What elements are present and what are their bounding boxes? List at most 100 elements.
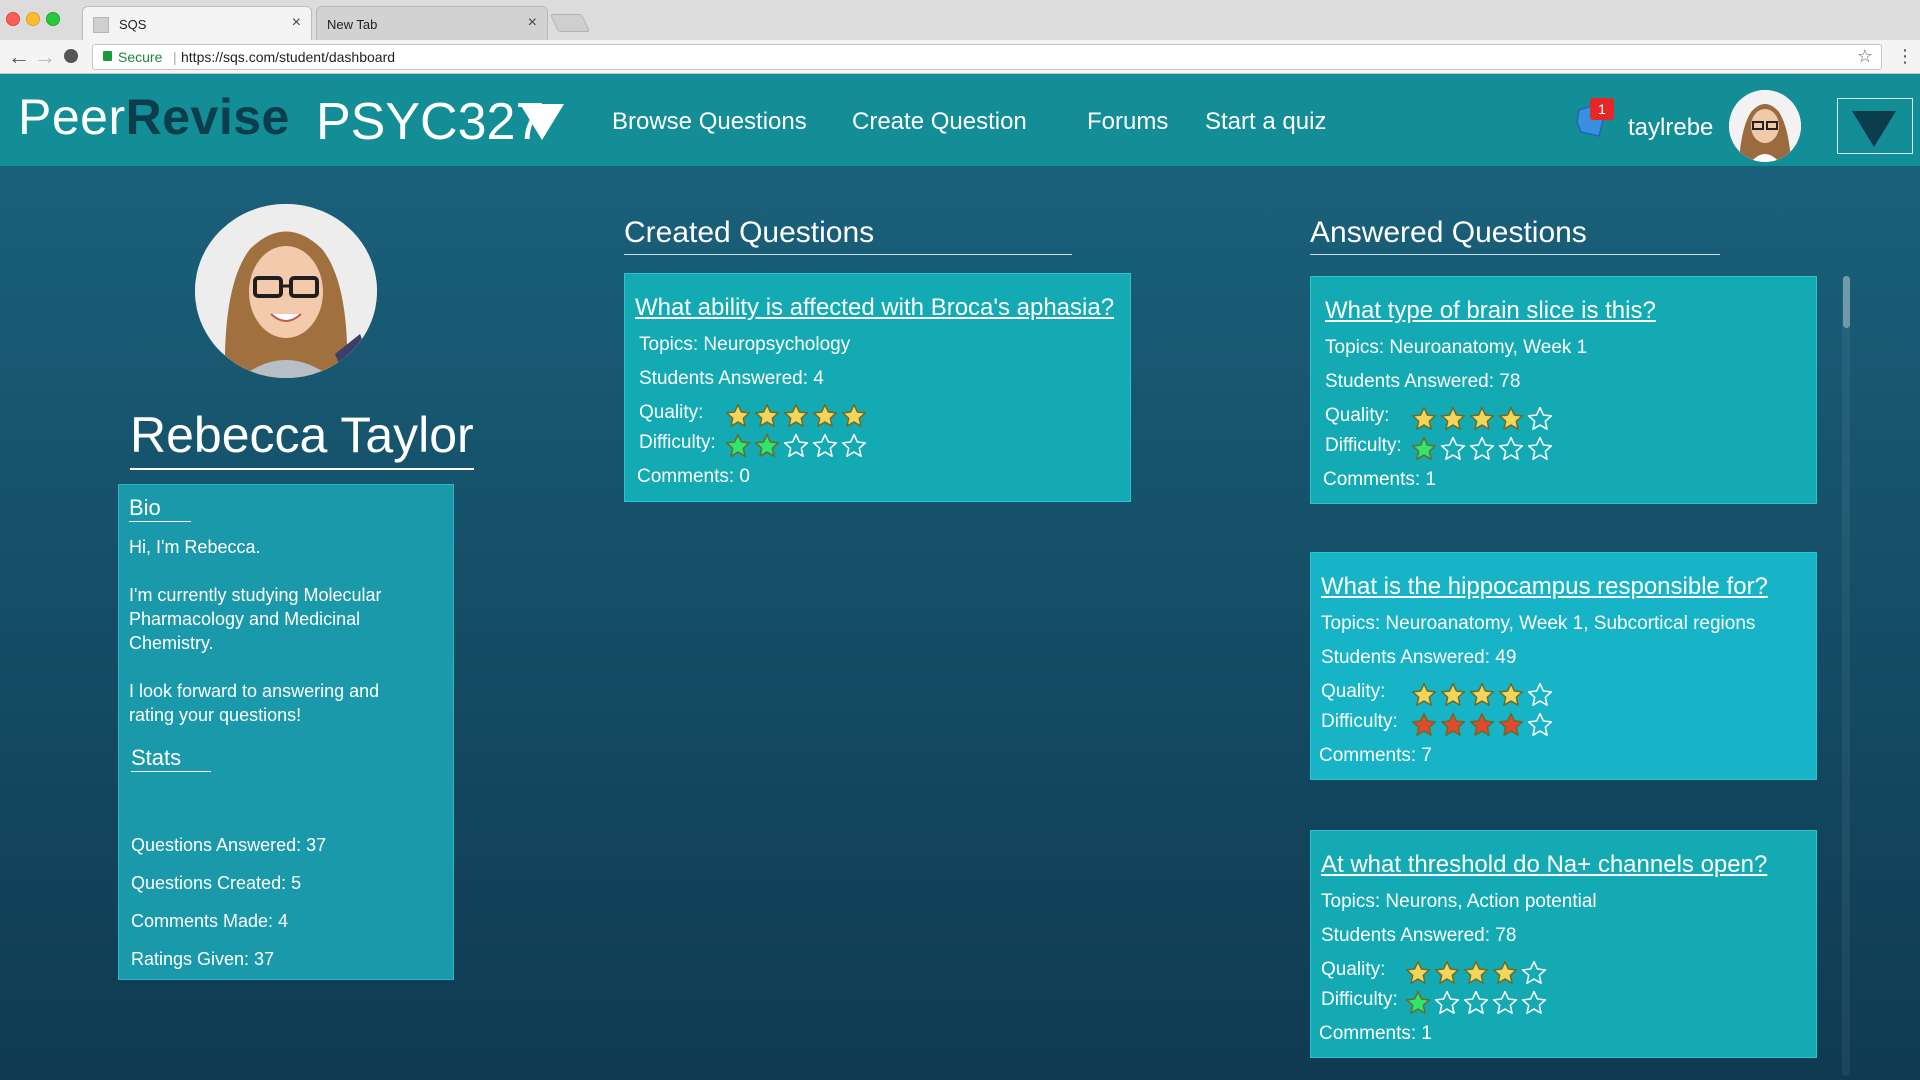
browser-tab-bar: SQS × New Tab ×	[0, 0, 1920, 40]
question-card: What type of brain slice is this? Topics…	[1310, 276, 1817, 504]
browser-tab-new-tab[interactable]: New Tab ×	[316, 6, 548, 40]
bookmark-star-icon[interactable]: ☆	[1857, 46, 1873, 67]
url-separator: |	[173, 49, 177, 65]
tab-title: SQS	[119, 17, 147, 32]
question-students-answered: Students Answered: 78	[1321, 925, 1517, 946]
question-card: At what threshold do Na+ channels open? …	[1310, 830, 1817, 1058]
empty-star-icon	[1440, 436, 1466, 460]
favicon-icon	[93, 17, 109, 33]
question-card: What is the hippocampus responsible for?…	[1310, 552, 1817, 780]
empty-star-icon	[1521, 960, 1547, 984]
course-selector[interactable]: PSYC327	[316, 92, 544, 152]
user-avatar[interactable]	[1729, 90, 1801, 162]
filled-star-icon	[725, 433, 751, 457]
quality-rating	[725, 403, 867, 429]
filled-star-icon	[812, 403, 838, 427]
scrollbar-track[interactable]	[1842, 276, 1850, 1076]
new-tab-button[interactable]	[549, 14, 591, 32]
difficulty-rating	[725, 433, 867, 459]
filled-star-icon	[754, 403, 780, 427]
username-label[interactable]: taylrebe	[1628, 114, 1713, 142]
filled-star-icon	[1434, 960, 1460, 984]
lock-icon	[103, 51, 112, 61]
question-comments: Comments: 0	[637, 466, 750, 487]
filled-star-icon	[1440, 712, 1466, 736]
question-card: What ability is affected with Broca's ap…	[624, 273, 1131, 502]
bio-paragraph: Hi, I'm Rebecca.	[129, 537, 261, 557]
question-title-link[interactable]: At what threshold do Na+ channels open?	[1321, 851, 1767, 879]
profile-name: Rebecca Taylor	[130, 406, 474, 470]
window-minimize-icon[interactable]	[26, 12, 40, 26]
empty-star-icon	[783, 433, 809, 457]
question-students-answered: Students Answered: 4	[639, 368, 824, 389]
difficulty-rating	[1405, 990, 1547, 1016]
bio-paragraph: I look forward to answering and rating y…	[129, 681, 380, 725]
difficulty-rating	[1411, 712, 1553, 738]
peerrevise-logo[interactable]: PeerRevise	[18, 88, 290, 146]
empty-star-icon	[812, 433, 838, 457]
bio-panel: Bio Hi, I'm Rebecca. I'm currently study…	[118, 484, 454, 980]
filled-star-icon	[841, 403, 867, 427]
tab-title: New Tab	[327, 17, 378, 32]
question-title-link[interactable]: What type of brain slice is this?	[1325, 297, 1656, 325]
back-arrow-icon[interactable]: ←	[8, 44, 30, 70]
filled-star-icon	[1469, 682, 1495, 706]
filled-star-icon	[1405, 990, 1431, 1014]
logo-part-1: Peer	[18, 89, 126, 145]
difficulty-rating	[1411, 436, 1553, 462]
tab-close-icon[interactable]: ×	[528, 14, 537, 32]
secure-label: Secure	[118, 49, 163, 65]
empty-star-icon	[1498, 436, 1524, 460]
quality-label: Quality:	[1321, 681, 1386, 702]
filled-star-icon	[1440, 682, 1466, 706]
answered-questions-heading: Answered Questions	[1310, 216, 1720, 255]
stat-ratings-given: Ratings Given: 37	[131, 949, 275, 969]
empty-star-icon	[1434, 990, 1460, 1014]
empty-star-icon	[1492, 990, 1518, 1014]
empty-star-icon	[1521, 990, 1547, 1014]
filled-star-icon	[1498, 406, 1524, 430]
window-close-icon[interactable]	[6, 12, 20, 26]
difficulty-label: Difficulty:	[1321, 711, 1398, 732]
bio-paragraph: I'm currently studying Molecular Pharmac…	[129, 585, 382, 653]
quality-rating	[1411, 406, 1553, 432]
main-menu-button[interactable]	[1837, 98, 1913, 154]
filled-star-icon	[1498, 682, 1524, 706]
reload-icon[interactable]	[64, 49, 78, 63]
url-text: https://sqs.com/student/dashboard	[181, 49, 396, 65]
filled-star-icon	[1411, 436, 1437, 460]
created-questions-heading: Created Questions	[624, 216, 1072, 255]
scrollbar-thumb[interactable]	[1843, 276, 1850, 328]
stat-questions-answered: Questions Answered: 37	[131, 835, 327, 855]
filled-star-icon	[1463, 960, 1489, 984]
question-comments: Comments: 7	[1319, 745, 1432, 766]
course-dropdown-caret-icon[interactable]	[520, 104, 564, 140]
browser-tab-sqs[interactable]: SQS ×	[82, 6, 312, 40]
nav-forums[interactable]: Forums	[1087, 108, 1168, 136]
empty-star-icon	[1527, 436, 1553, 460]
browser-menu-icon[interactable]: ⋮	[1896, 46, 1914, 67]
url-field[interactable]: Secure | https://sqs.com/student/dashboa…	[92, 44, 1882, 70]
empty-star-icon	[1469, 436, 1495, 460]
tab-close-icon[interactable]: ×	[292, 14, 301, 32]
window-maximize-icon[interactable]	[46, 12, 60, 26]
dashboard-main: Rebecca Taylor Bio Hi, I'm Rebecca. I'm …	[0, 166, 1920, 1080]
nav-start-quiz[interactable]: Start a quiz	[1205, 108, 1326, 136]
filled-star-icon	[1405, 960, 1431, 984]
question-title-link[interactable]: What ability is affected with Broca's ap…	[635, 294, 1114, 322]
nav-browse-questions[interactable]: Browse Questions	[612, 108, 807, 136]
filled-star-icon	[1469, 712, 1495, 736]
question-comments: Comments: 1	[1323, 469, 1436, 490]
question-comments: Comments: 1	[1319, 1023, 1432, 1044]
difficulty-label: Difficulty:	[1325, 435, 1402, 456]
nav-create-question[interactable]: Create Question	[852, 108, 1027, 136]
logo-part-2: Revise	[125, 89, 290, 145]
question-title-link[interactable]: What is the hippocampus responsible for?	[1321, 573, 1768, 601]
filled-star-icon	[1498, 712, 1524, 736]
quality-rating	[1405, 960, 1547, 986]
forward-arrow-icon[interactable]: →	[34, 44, 56, 70]
stat-questions-created: Questions Created: 5	[131, 873, 302, 893]
filled-star-icon	[783, 403, 809, 427]
question-students-answered: Students Answered: 49	[1321, 647, 1517, 668]
notification-badge: 1	[1590, 98, 1614, 120]
